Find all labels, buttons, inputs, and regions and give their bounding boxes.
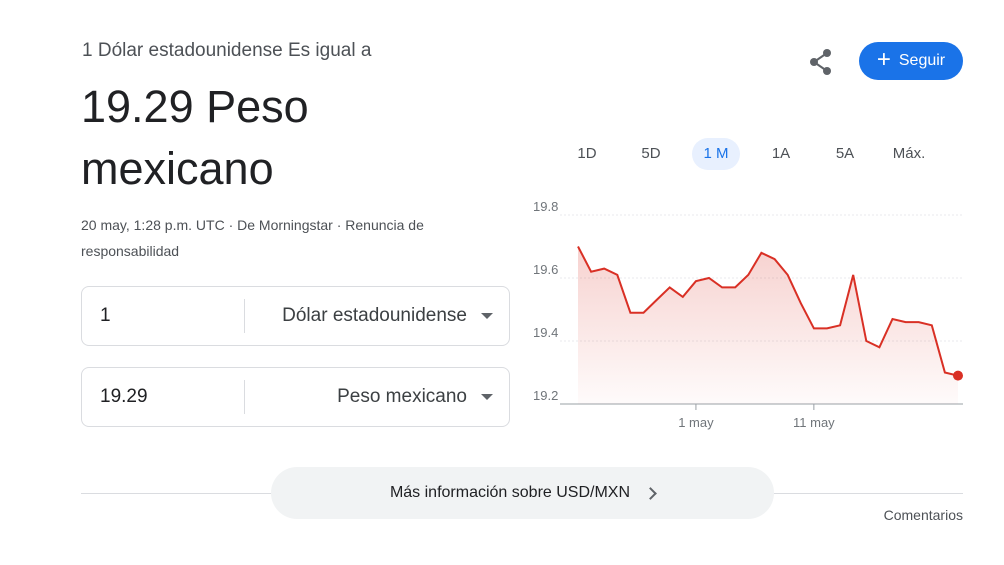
- x-tick-label: 11 may: [793, 415, 835, 430]
- tab-5d[interactable]: 5D: [627, 138, 675, 170]
- chevron-right-icon: [644, 486, 657, 500]
- tab-1d[interactable]: 1D: [563, 138, 611, 170]
- divider: [244, 299, 245, 333]
- x-tick-label: 1 may: [678, 415, 714, 430]
- tab-1a[interactable]: 1A: [757, 138, 805, 170]
- tab-1m[interactable]: 1 M: [692, 138, 740, 170]
- share-icon: [810, 49, 831, 75]
- exchange-rate-chart[interactable]: 19.8 19.6 19.4 19.2 1 may 11 may: [520, 196, 970, 446]
- to-converter-row: 19.29 Peso mexicano: [81, 367, 510, 427]
- to-amount-input[interactable]: 19.29: [100, 368, 148, 426]
- more-info-label: Más información sobre USD/MXN: [389, 484, 631, 501]
- current-value-dot: [953, 370, 963, 381]
- feedback-link[interactable]: Comentarios: [884, 507, 963, 523]
- to-currency-select[interactable]: Peso mexicano: [337, 368, 493, 426]
- conversion-result: 19.29 Peso mexicano: [81, 81, 309, 194]
- y-tick-label: 19.2: [533, 388, 558, 403]
- from-converter-row: 1 Dólar estadounidense: [81, 286, 510, 346]
- plus-icon: +: [876, 46, 891, 73]
- conversion-header: 1 Dólar estadounidense Es igual a: [82, 40, 372, 61]
- tab-5a[interactable]: 5A: [821, 138, 869, 170]
- tab-max[interactable]: Máx.: [885, 138, 933, 170]
- y-tick-label: 19.6: [533, 262, 558, 277]
- from-currency-select[interactable]: Dólar estadounidense: [282, 287, 493, 345]
- share-button[interactable]: [806, 47, 836, 77]
- dropdown-arrow-icon: [481, 394, 493, 400]
- range-tabs: 1D 5D 1 M 1A 5A Máx.: [563, 138, 963, 170]
- chart-area-fill: [578, 246, 958, 404]
- from-amount-input[interactable]: 1: [100, 287, 111, 345]
- follow-label: Seguir: [898, 52, 946, 69]
- divider: [244, 380, 245, 414]
- y-tick-label: 19.4: [533, 325, 558, 340]
- follow-button[interactable]: + Seguir: [859, 42, 963, 80]
- more-info-button[interactable]: Más información sobre USD/MXN: [271, 467, 774, 519]
- y-tick-label: 19.8: [533, 199, 558, 214]
- from-currency-label: Dólar estadounidense: [282, 305, 467, 326]
- timestamp-source-line: 20 may, 1:28 p.m. UTC · De Morningstar ·…: [81, 217, 424, 259]
- dropdown-arrow-icon: [481, 313, 493, 319]
- to-currency-label: Peso mexicano: [337, 386, 467, 407]
